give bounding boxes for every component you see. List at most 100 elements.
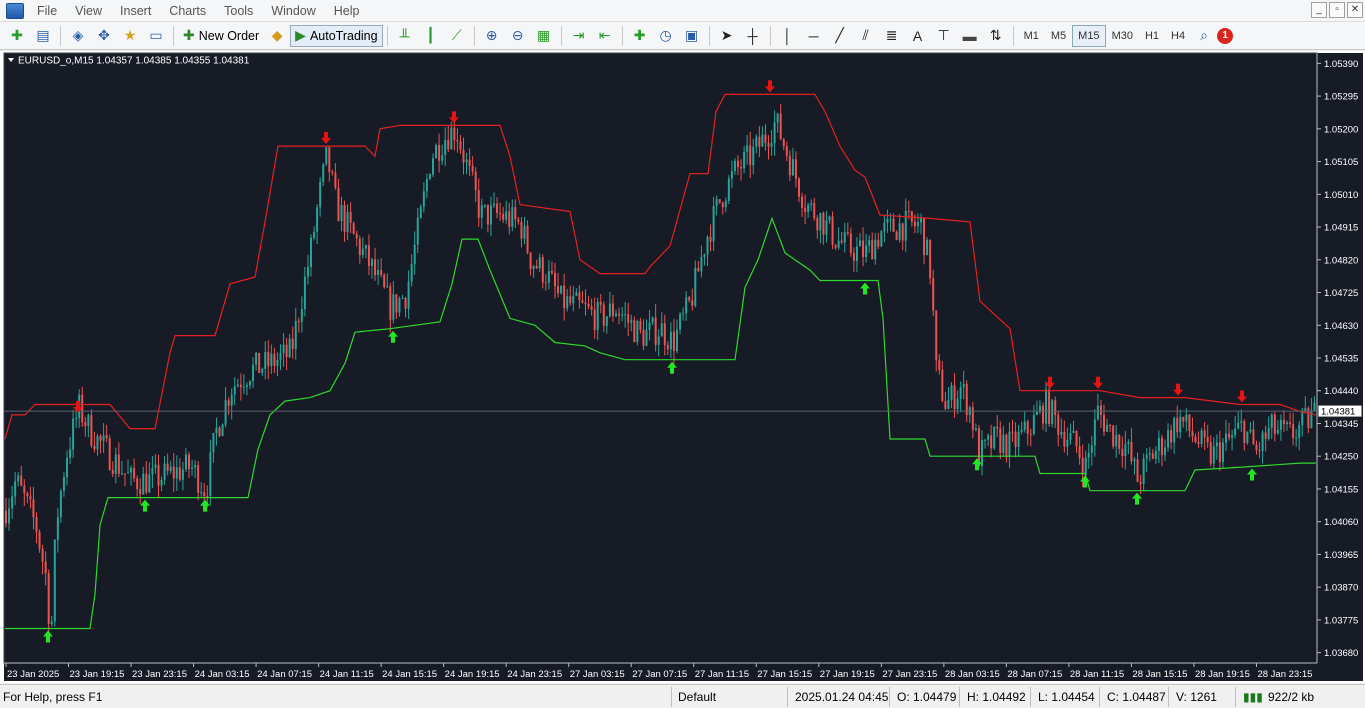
candle-body	[1035, 411, 1038, 416]
crosshair-icon[interactable]: ┼	[742, 25, 764, 47]
menu-window[interactable]: Window	[262, 0, 324, 22]
candle-body	[669, 331, 672, 350]
menu-charts[interactable]: Charts	[160, 0, 215, 22]
candle-body	[340, 205, 343, 222]
time-tick-label: 24 Jan 19:15	[445, 669, 500, 680]
toolbar-separator	[560, 25, 562, 46]
candle-body	[813, 203, 816, 219]
timeframe-h4[interactable]: H4	[1165, 25, 1191, 47]
candle-body	[1279, 419, 1282, 430]
price-chart[interactable]: 1.05390 1.05295 1.05200 1.05105 1.05010 1.049…	[0, 51, 1365, 683]
time-tick-label: 23 Jan 23:15	[132, 669, 187, 680]
close-button[interactable]: ✕	[1347, 2, 1363, 18]
candle-body	[1084, 457, 1087, 475]
terminal-icon[interactable]: ▭	[145, 25, 167, 47]
candle-body	[26, 493, 29, 497]
rectangle-icon[interactable]: ▬	[959, 25, 981, 47]
candle-body	[782, 139, 785, 147]
menu-help[interactable]: Help	[325, 0, 369, 22]
indicators-icon[interactable]: ✚	[629, 25, 651, 47]
timeframe-m15[interactable]: M15	[1072, 24, 1106, 47]
candle-body	[737, 160, 739, 167]
vertical-line-icon[interactable]: │	[777, 25, 799, 47]
plot-background	[3, 52, 1318, 664]
status-open: O: 1.04479	[897, 690, 957, 704]
candle-body	[361, 248, 364, 256]
price-tick-label: 1.04915	[1324, 223, 1358, 234]
equidistant-channel-icon[interactable]: ⫽	[855, 25, 877, 47]
price-tick-label: 1.04630	[1324, 321, 1358, 332]
candle-body	[154, 464, 157, 468]
search-icon[interactable]: ⌕	[1193, 25, 1215, 47]
auto-scroll-icon[interactable]: ⇥	[568, 25, 590, 47]
candle-body	[32, 499, 35, 518]
candle-body	[1023, 421, 1026, 430]
menu-insert[interactable]: Insert	[111, 0, 160, 22]
text-tool-icon[interactable]: A	[907, 25, 929, 47]
new-chart-icon[interactable]: ✚	[6, 25, 28, 47]
line-chart-icon[interactable]: ⟋	[446, 25, 468, 47]
candlestick-chart-icon[interactable]: ┃	[420, 25, 442, 47]
navigator-icon[interactable]: ★	[119, 25, 141, 47]
candle-body	[511, 207, 514, 227]
metaeditor-icon[interactable]: ◆	[266, 25, 288, 47]
timeframe-m1[interactable]: M1	[1018, 25, 1045, 47]
status-volume: V: 1261	[1176, 690, 1217, 704]
candle-body	[602, 304, 605, 326]
menu-tools[interactable]: Tools	[215, 0, 262, 22]
menu-view[interactable]: View	[66, 0, 111, 22]
candle-body	[944, 401, 947, 409]
candle-body	[1139, 481, 1142, 484]
candle-body	[249, 381, 251, 386]
zoom-in-icon[interactable]: ⊕	[481, 25, 503, 47]
candle-body	[892, 218, 895, 232]
candle-body	[831, 216, 834, 245]
timeframe-m30[interactable]: M30	[1106, 25, 1139, 47]
autotrading-button[interactable]: ▶ AutoTrading	[290, 24, 383, 47]
notification-badge[interactable]: 1	[1217, 27, 1234, 44]
candle-body	[883, 222, 886, 232]
candle-body	[608, 303, 611, 317]
time-tick-label: 27 Jan 23:15	[882, 669, 937, 680]
restore-button[interactable]: ▫	[1329, 2, 1345, 18]
fibonacci-icon[interactable]: ≣	[881, 25, 903, 47]
market-watch-icon[interactable]: ◈	[67, 25, 89, 47]
candle-body	[306, 266, 309, 277]
time-tick-label: 27 Jan 07:15	[632, 669, 687, 680]
candle-body	[1246, 431, 1249, 443]
timeframe-h1[interactable]: H1	[1139, 25, 1165, 47]
candle-body	[785, 146, 788, 156]
menu-file[interactable]: File	[28, 0, 66, 22]
timeframe-m5[interactable]: M5	[1045, 25, 1072, 47]
candle-body	[816, 218, 819, 231]
candle-body	[1225, 433, 1227, 443]
candle-body	[727, 178, 730, 201]
chart-window[interactable]: 1.05390 1.05295 1.05200 1.05105 1.05010 1.049…	[0, 51, 1365, 683]
periods-clock-icon[interactable]: ◷	[655, 25, 677, 47]
candle-body	[371, 259, 373, 267]
tile-windows-icon[interactable]: ▦	[533, 25, 555, 47]
minimize-button[interactable]: _	[1311, 2, 1327, 18]
bar-chart-icon[interactable]: ╨	[394, 25, 416, 47]
candle-body	[1051, 400, 1054, 424]
cursor-icon[interactable]: ➤	[716, 25, 738, 47]
text-label-icon[interactable]: ⊤	[933, 25, 955, 47]
candle-body	[694, 267, 697, 306]
candle-body	[1179, 416, 1182, 433]
candle-body	[1106, 424, 1109, 432]
trendline-icon[interactable]: ╱	[829, 25, 851, 47]
candle-body	[554, 273, 556, 287]
candle-body	[224, 400, 227, 425]
new-order-button[interactable]: ✚ New Order	[178, 25, 264, 47]
horizontal-line-icon[interactable]: ─	[803, 25, 825, 47]
templates-icon[interactable]: ▣	[681, 25, 703, 47]
arrows-icon[interactable]: ⇅	[985, 25, 1007, 47]
candle-body	[337, 187, 340, 222]
candle-body	[904, 210, 907, 241]
candle-body	[538, 257, 541, 269]
candle-body	[855, 246, 858, 261]
chart-shift-icon[interactable]: ⇤	[594, 25, 616, 47]
zoom-out-icon[interactable]: ⊖	[507, 25, 529, 47]
profiles-icon[interactable]: ▤	[32, 25, 54, 47]
data-window-icon[interactable]: ✥	[93, 25, 115, 47]
